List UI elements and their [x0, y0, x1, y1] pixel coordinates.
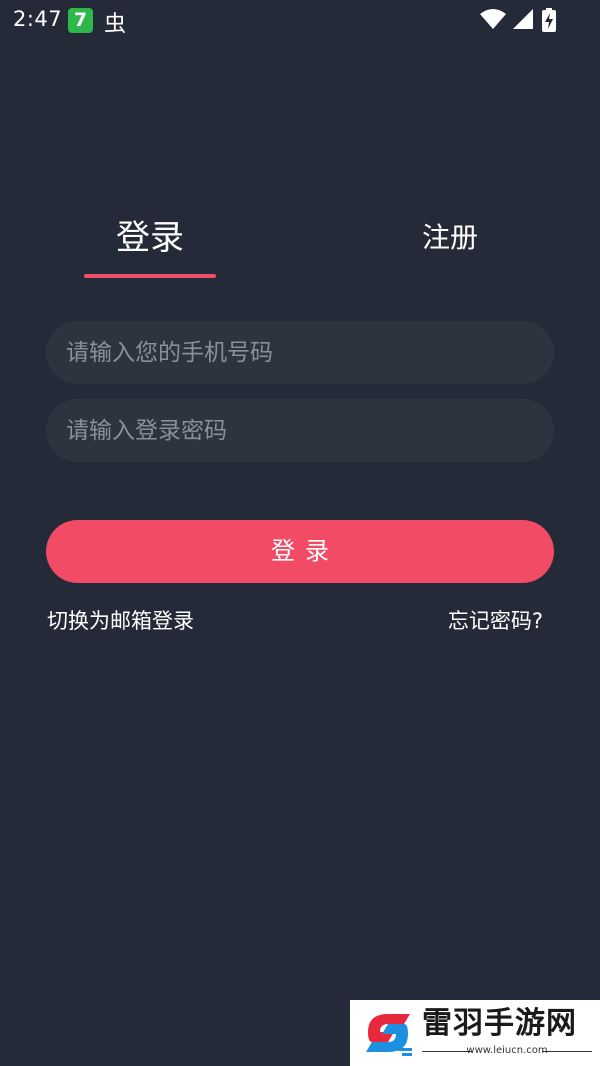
- watermark-title: 雷羽手游网: [422, 1006, 577, 1041]
- password-field: [46, 399, 554, 462]
- app-notification-icon: 7: [68, 8, 93, 33]
- signal-icon: [513, 9, 533, 29]
- forgot-password-link[interactable]: 忘记密码?: [448, 606, 543, 636]
- tab-login[interactable]: 登录: [84, 210, 216, 266]
- auth-tabs: 登录 注册: [0, 210, 600, 290]
- phone-input[interactable]: [66, 339, 534, 366]
- login-button[interactable]: 登录: [46, 520, 554, 583]
- switch-to-email-login-link[interactable]: 切换为邮箱登录: [47, 606, 194, 636]
- wifi-icon: [480, 9, 506, 29]
- phone-field: [46, 321, 554, 384]
- tab-register[interactable]: 注册: [390, 210, 510, 266]
- active-tab-indicator: [84, 274, 216, 278]
- leiyu-logo-icon: [366, 1014, 412, 1056]
- bug-notification-icon: 虫: [104, 12, 127, 37]
- status-time: 2:47: [13, 7, 63, 31]
- battery-charging-icon: [542, 8, 556, 32]
- watermark-line-right: [542, 1051, 592, 1052]
- status-bar: 2:47 7 虫: [0, 0, 600, 42]
- watermark: 雷羽手游网 www.leiucn.com: [350, 1000, 600, 1066]
- password-input[interactable]: [66, 417, 534, 444]
